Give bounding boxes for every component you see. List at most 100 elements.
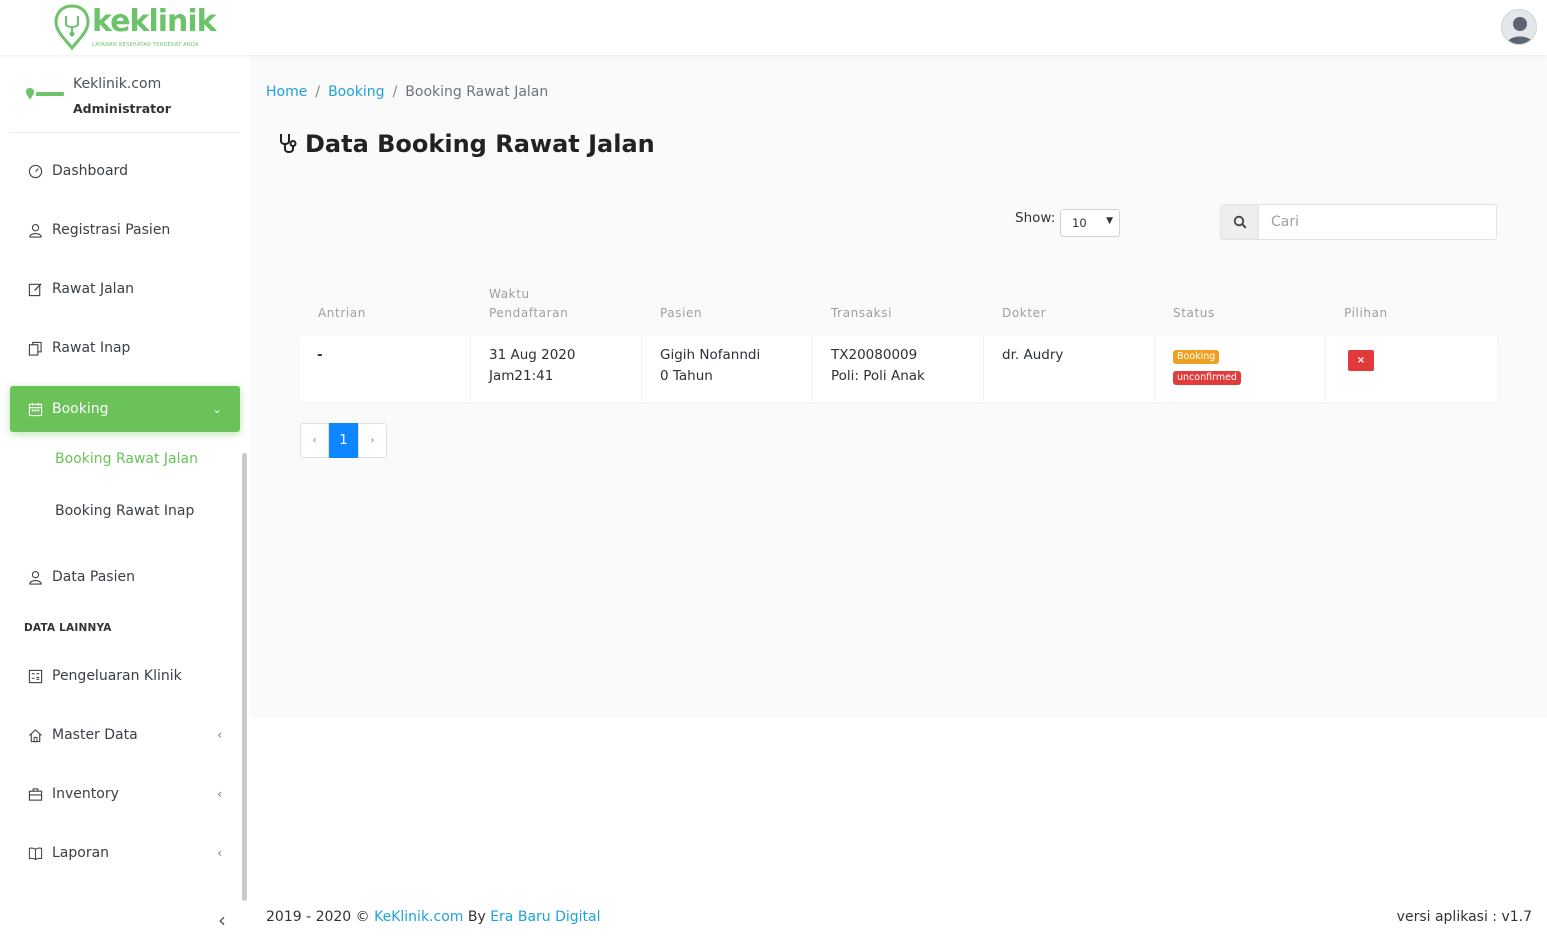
th-status: Status [1173, 306, 1215, 320]
search-box [1220, 204, 1497, 240]
th-antrian: Antrian [318, 306, 366, 320]
pagination: ‹ 1 › [300, 423, 387, 458]
app-version: versi aplikasi : v1.7 [1396, 909, 1532, 925]
sidebar-item-rawat-inap[interactable]: Rawat Inap [10, 325, 240, 371]
sidebar-subitem-booking-rawat-jalan[interactable]: Booking Rawat Jalan [55, 451, 198, 467]
sidebar: Keklinik.com Administrator Dashboard Reg… [0, 55, 250, 943]
show-entries-value: 10 [1072, 216, 1087, 230]
sidebar-item-label: Registrasi Pasien [52, 222, 171, 238]
cell-tanggal: 31 Aug 2020 [489, 347, 576, 363]
sidebar-item-label: Data Pasien [52, 569, 135, 585]
show-entries-select[interactable]: 10 ▼ [1060, 209, 1120, 237]
user-icon [26, 568, 44, 586]
sidebar-item-registrasi-pasien[interactable]: Registrasi Pasien [10, 207, 240, 253]
page-title: Data Booking Rawat Jalan [278, 130, 655, 158]
breadcrumb-booking[interactable]: Booking [328, 84, 385, 100]
edit-icon [26, 280, 44, 298]
cell-poli: Poli: Poli Anak [831, 368, 925, 384]
brand-tagline: LAYANAN KESEHATAN TERDEKAT ANDA [92, 42, 199, 48]
search-input[interactable] [1271, 212, 1481, 232]
sidebar-item-label: Rawat Jalan [52, 281, 135, 297]
footer-by: By [467, 909, 486, 925]
chevron-left-icon: ‹ [217, 846, 222, 860]
sidebar-item-laporan[interactable]: Laporan ‹ [10, 830, 240, 876]
stethoscope-icon [280, 134, 297, 153]
cell-umur: 0 Tahun [660, 368, 713, 384]
cell-antrian: - [317, 347, 323, 363]
sidebar-scrollbar[interactable] [242, 453, 247, 901]
sidebar-item-pengeluaran-klinik[interactable]: Pengeluaran Klinik [10, 653, 240, 699]
close-icon: × [1356, 355, 1366, 366]
status-badge-booking: Booking [1173, 350, 1220, 364]
th-transaksi: Transaksi [831, 306, 892, 320]
th-pasien: Pasien [660, 306, 703, 320]
sidebar-item-label: Dashboard [52, 163, 128, 179]
sidebar-item-master-data[interactable]: Master Data ‹ [10, 712, 240, 758]
show-label: Show: [1015, 210, 1056, 226]
sidebar-item-dashboard[interactable]: Dashboard [10, 148, 240, 194]
chevron-down-icon: ⌄ [211, 402, 222, 416]
user-icon [26, 221, 44, 239]
sidebar-item-label: Laporan [52, 845, 110, 861]
breadcrumb: Home / Booking / Booking Rawat Jalan [266, 84, 548, 100]
copy-icon [26, 339, 44, 357]
sidebar-item-rawat-jalan[interactable]: Rawat Jalan [10, 266, 240, 312]
breadcrumb-current: Booking Rawat Jalan [405, 84, 549, 100]
footer-site-link[interactable]: KeKlinik.com [374, 909, 463, 925]
sidebar-item-inventory[interactable]: Inventory ‹ [10, 771, 240, 817]
top-bar: keklinik LAYANAN KESEHATAN TERDEKAT ANDA [0, 0, 1547, 55]
sidebar-section-title: DATA LAINNYA [24, 622, 112, 634]
page-title-text: Data Booking Rawat Jalan [305, 130, 655, 158]
sidebar-profile: Keklinik.com Administrator [10, 65, 240, 133]
calendar-icon [26, 400, 44, 418]
cell-divider [641, 336, 642, 402]
profile-role: Administrator [73, 101, 171, 116]
brand-name: keklinik [92, 4, 217, 39]
breadcrumb-separator: / [315, 84, 321, 100]
profile-site: Keklinik.com [73, 76, 162, 92]
cell-divider [470, 336, 471, 402]
sidebar-item-label: Master Data [52, 727, 138, 743]
cell-divider [812, 336, 813, 402]
th-pendaftaran: Pendaftaran [489, 306, 569, 320]
footer-years: 2019 - 2020 © [266, 909, 370, 925]
caret-down-icon: ▼ [1106, 216, 1113, 226]
status-badge-unconfirmed: unconfirmed [1173, 371, 1241, 385]
pagination-prev[interactable]: ‹ [300, 423, 329, 458]
th-waktu: Waktu [489, 287, 530, 301]
search-addon [1221, 205, 1259, 239]
sidebar-item-label: Pengeluaran Klinik [52, 668, 182, 684]
avatar-icon [1507, 17, 1533, 44]
breadcrumb-home[interactable]: Home [266, 84, 307, 100]
dashboard-icon [26, 162, 44, 180]
chevron-left-icon: ‹ [217, 728, 222, 742]
cell-transaksi: TX20080009 [831, 347, 918, 363]
sidebar-collapse-icon[interactable]: ‹ [218, 908, 226, 932]
cell-dokter: dr. Audry [1002, 347, 1064, 363]
sidebar-subitem-booking-rawat-inap[interactable]: Booking Rawat Inap [55, 503, 194, 519]
book-icon [26, 844, 44, 862]
cell-pasien: Gigih Nofanndi [660, 347, 761, 363]
cell-divider [1325, 336, 1326, 402]
sidebar-item-booking[interactable]: Booking ⌄ [10, 386, 240, 432]
sidebar-item-label: Booking [52, 401, 109, 417]
sidebar-item-data-pasien[interactable]: Data Pasien [10, 554, 240, 600]
footer: 2019 - 2020 © KeKlinik.com By Era Baru D… [266, 909, 601, 925]
sidebar-item-label: Inventory [52, 786, 119, 802]
th-pilihan: Pilihan [1344, 306, 1388, 320]
home-icon [26, 726, 44, 744]
delete-button[interactable]: × [1348, 350, 1374, 371]
keklinik-logo[interactable]: keklinik LAYANAN KESEHATAN TERDEKAT ANDA [54, 4, 217, 52]
cell-divider [1154, 336, 1155, 402]
breadcrumb-separator: / [392, 84, 398, 100]
calculator-icon [26, 667, 44, 685]
mini-logo-icon [26, 88, 64, 100]
footer-company-link[interactable]: Era Baru Digital [490, 909, 600, 925]
sidebar-item-label: Rawat Inap [52, 340, 131, 356]
briefcase-icon [26, 785, 44, 803]
chevron-left-icon: ‹ [217, 787, 222, 801]
pagination-page[interactable]: 1 [329, 423, 358, 458]
user-avatar[interactable] [1501, 9, 1537, 45]
th-dokter: Dokter [1002, 306, 1047, 320]
pagination-next[interactable]: › [358, 423, 387, 458]
